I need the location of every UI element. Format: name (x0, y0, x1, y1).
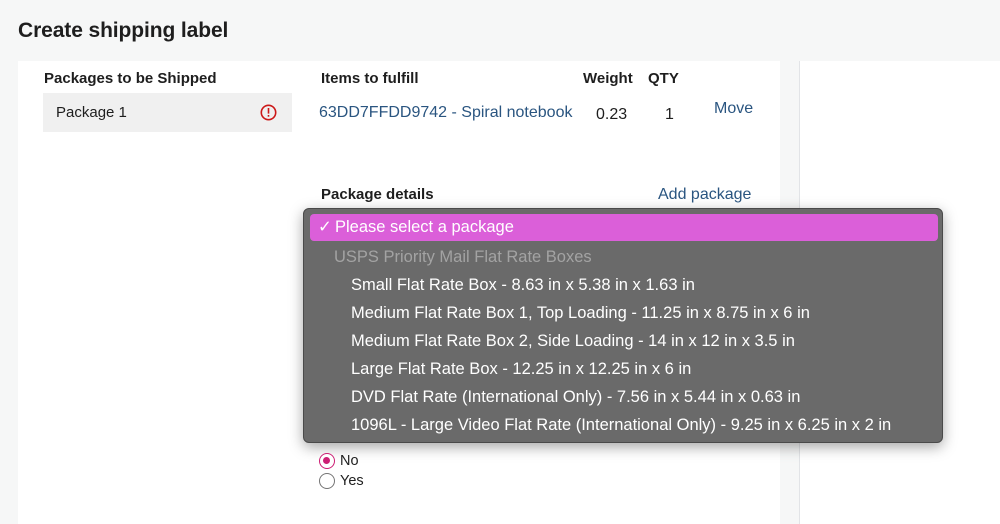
dropdown-option[interactable]: DVD Flat Rate (International Only) - 7.5… (351, 388, 800, 407)
dropdown-option[interactable]: Small Flat Rate Box - 8.63 in x 5.38 in … (351, 276, 695, 295)
package-select-dropdown[interactable]: ✓ Please select a package USPS Priority M… (303, 208, 943, 443)
radio-button-checked[interactable] (319, 453, 335, 469)
dropdown-option[interactable]: Large Flat Rate Box - 12.25 in x 12.25 i… (351, 360, 691, 379)
package-name: Package 1 (56, 104, 127, 121)
package-details-label: Package details (321, 186, 434, 203)
dropdown-option[interactable]: 1096L - Large Video Flat Rate (Internati… (351, 416, 891, 435)
radio-label: Yes (340, 473, 364, 489)
qty-header: QTY (648, 70, 679, 87)
radio-option-yes[interactable]: Yes (319, 473, 364, 489)
option-group-label: USPS Priority Mail Flat Rate Boxes (334, 248, 592, 266)
item-link[interactable]: 63DD7FFDD9742 - Spiral notebook (319, 104, 572, 122)
item-qty: 1 (665, 106, 674, 123)
items-header: Items to fulfill (321, 70, 419, 87)
alert-circle-icon (260, 104, 277, 121)
dropdown-option-selected[interactable]: ✓ Please select a package (310, 214, 938, 241)
radio-button[interactable] (319, 473, 335, 489)
add-package-button[interactable]: Add package (658, 186, 751, 204)
page-title: Create shipping label (18, 19, 229, 42)
checkmark-icon: ✓ (318, 218, 332, 236)
weight-header: Weight (583, 70, 633, 87)
item-weight: 0.23 (596, 106, 628, 123)
radio-label: No (340, 453, 359, 469)
move-button[interactable]: Move (714, 100, 753, 118)
dropdown-option[interactable]: Medium Flat Rate Box 1, Top Loading - 11… (351, 304, 810, 323)
radio-option-no[interactable]: No (319, 453, 359, 469)
packages-header: Packages to be Shipped (44, 70, 217, 87)
selected-option-label: Please select a package (335, 218, 514, 236)
package-list-item[interactable]: Package 1 (43, 93, 292, 132)
dropdown-option[interactable]: Medium Flat Rate Box 2, Side Loading - 1… (351, 332, 795, 351)
